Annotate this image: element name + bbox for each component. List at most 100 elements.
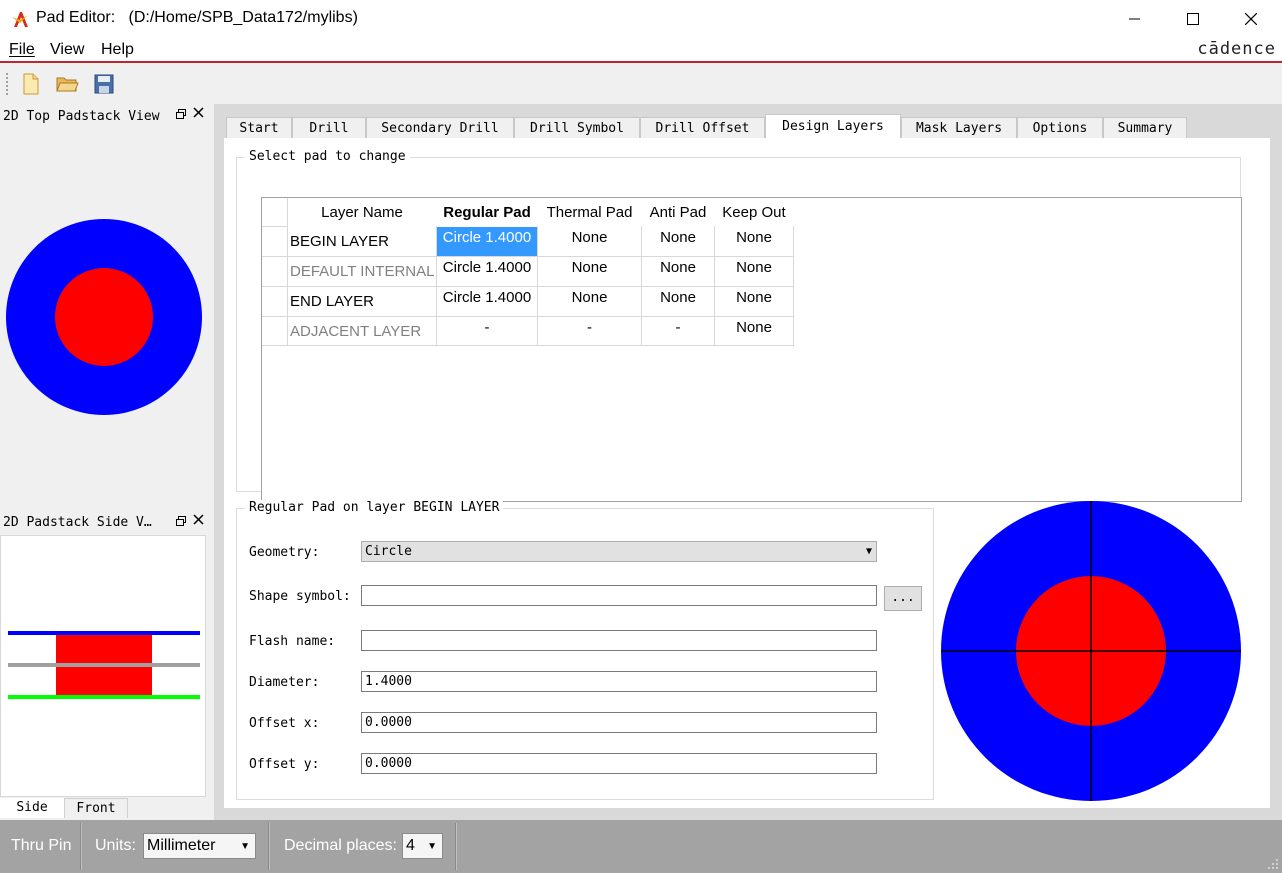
geometry-select[interactable]: Circle ▼ <box>361 541 877 562</box>
table-row-label[interactable]: ADJACENT LAYER <box>290 323 421 340</box>
column-header-layer-name: Layer Name <box>321 204 403 221</box>
tab-mask-layers[interactable]: Mask Layers <box>901 117 1017 139</box>
status-bar: Thru Pin Units: Millimeter ▼ Decimal pla… <box>0 820 1282 873</box>
table-row-label[interactable]: BEGIN LAYER <box>290 233 389 250</box>
top-padstack-view <box>0 128 210 506</box>
save-icon[interactable] <box>92 72 116 96</box>
diameter-label: Diameter: <box>249 675 320 690</box>
units-value: Millimeter <box>147 837 216 854</box>
close-dock-icon[interactable] <box>193 514 204 528</box>
open-folder-icon[interactable] <box>55 72 79 96</box>
browse-button[interactable]: ... <box>884 586 922 611</box>
layer-table: Layer Name Regular Pad Thermal Pad Anti … <box>261 197 1242 502</box>
table-cell[interactable]: None <box>538 259 641 276</box>
tab-drill-offset[interactable]: Drill Offset <box>640 117 765 139</box>
decimal-places-select[interactable]: 4 ▼ <box>402 833 443 859</box>
diameter-field[interactable]: 1.4000 <box>361 671 877 692</box>
table-row-label[interactable]: DEFAULT INTERNAL <box>290 263 434 280</box>
tab-front[interactable]: Front <box>64 798 128 818</box>
column-header-anti-pad: Anti Pad <box>649 204 707 221</box>
cadence-logo: cādence <box>1197 39 1276 59</box>
flash-name-field[interactable] <box>361 630 877 651</box>
offset-x-field[interactable]: 0.0000 <box>361 712 877 733</box>
chevron-down-icon: ▼ <box>865 546 872 557</box>
minimize-button[interactable] <box>1106 0 1164 38</box>
geometry-value: Circle <box>365 544 412 559</box>
table-cell[interactable]: None <box>642 289 714 306</box>
tab-options[interactable]: Options <box>1017 117 1103 139</box>
pad-preview <box>941 501 1241 801</box>
pin-type-label: Thru Pin <box>11 837 72 854</box>
tab-start[interactable]: Start <box>226 117 292 139</box>
tab-drill[interactable]: Drill <box>292 117 366 139</box>
app-logo-icon <box>12 12 28 27</box>
column-header-thermal-pad: Thermal Pad <box>546 204 633 221</box>
side-pad-graphic <box>8 631 200 699</box>
table-cell[interactable]: Circle 1.4000 <box>437 289 537 306</box>
close-icon <box>1245 13 1257 25</box>
table-cell[interactable]: - <box>538 319 641 336</box>
regular-pad-group-title: Regular Pad on layer BEGIN LAYER <box>245 500 504 515</box>
pad-editor-window: Pad Editor: (D:/Home/SPB_Data172/mylibs)… <box>0 0 1282 873</box>
flash-name-label: Flash name: <box>249 634 336 649</box>
tab-design-layers[interactable]: Design Layers <box>765 114 901 140</box>
main-panel: Start Drill Secondary Drill Drill Symbol… <box>214 104 1282 820</box>
window-title: Pad Editor: (D:/Home/SPB_Data172/mylibs) <box>36 9 358 26</box>
offset-x-label: Offset x: <box>249 716 320 731</box>
design-layers-page: Select pad to change Layer Name Regular … <box>224 138 1270 808</box>
toolbar-grip[interactable] <box>6 73 9 95</box>
float-dock-icon[interactable] <box>176 108 186 122</box>
top-pad-graphic <box>6 219 202 415</box>
chevron-down-icon: ▼ <box>427 841 437 852</box>
shape-symbol-field[interactable] <box>361 585 877 606</box>
top-view-title-text: 2D Top Padstack View <box>3 109 160 124</box>
table-cell[interactable]: None <box>642 259 714 276</box>
units-select[interactable]: Millimeter ▼ <box>143 833 256 859</box>
units-label: Units: <box>95 837 136 854</box>
table-cell[interactable]: Circle 1.4000 <box>437 229 537 246</box>
menu-view[interactable]: View <box>50 41 84 59</box>
offset-y-label: Offset y: <box>249 757 320 772</box>
side-padstack-view <box>0 535 206 797</box>
offset-y-field[interactable]: 0.0000 <box>361 753 877 774</box>
column-header-keep-out: Keep Out <box>722 204 786 221</box>
shape-symbol-label: Shape symbol: <box>249 589 351 604</box>
title-bar: Pad Editor: (D:/Home/SPB_Data172/mylibs) <box>0 0 1282 38</box>
table-cell[interactable]: - <box>437 319 537 336</box>
tab-side[interactable]: Side <box>0 798 64 818</box>
table-cell[interactable]: None <box>715 229 793 246</box>
table-cell[interactable]: None <box>715 319 793 336</box>
geometry-label: Geometry: <box>249 545 320 560</box>
resize-grip-icon[interactable] <box>1267 858 1279 870</box>
float-dock-icon[interactable] <box>176 515 186 529</box>
regular-pad-group: Regular Pad on layer BEGIN LAYER Geometr… <box>236 500 934 800</box>
toolbar <box>0 65 1282 101</box>
maximize-icon <box>1187 13 1199 25</box>
table-cell[interactable]: None <box>715 259 793 276</box>
column-header-regular-pad: Regular Pad <box>443 204 531 221</box>
select-pad-group-title: Select pad to change <box>245 149 410 164</box>
chevron-down-icon: ▼ <box>240 841 250 852</box>
table-row-label[interactable]: END LAYER <box>290 293 374 310</box>
close-dock-icon[interactable] <box>193 107 204 121</box>
menu-file[interactable]: File <box>9 41 35 59</box>
decimal-places-label: Decimal places: <box>284 837 397 854</box>
table-cell[interactable]: None <box>538 289 641 306</box>
tab-summary[interactable]: Summary <box>1103 117 1187 139</box>
minimize-icon <box>1129 18 1140 20</box>
table-cell[interactable]: None <box>538 229 641 246</box>
close-button[interactable] <box>1222 0 1280 38</box>
decimal-places-value: 4 <box>406 837 415 854</box>
new-file-icon[interactable] <box>19 72 43 96</box>
table-cell[interactable]: None <box>715 289 793 306</box>
table-cell[interactable]: - <box>642 319 714 336</box>
tab-secondary-drill[interactable]: Secondary Drill <box>366 117 514 139</box>
maximize-button[interactable] <box>1164 0 1222 38</box>
table-cell[interactable]: Circle 1.4000 <box>437 259 537 276</box>
menu-bar: File View Help cādence <box>0 38 1282 63</box>
tab-drill-symbol[interactable]: Drill Symbol <box>514 117 640 139</box>
table-cell[interactable]: None <box>642 229 714 246</box>
side-view-title-text: 2D Padstack Side V… <box>3 515 152 530</box>
menu-help[interactable]: Help <box>101 41 134 59</box>
select-pad-group: Select pad to change Layer Name Regular … <box>236 149 1242 502</box>
